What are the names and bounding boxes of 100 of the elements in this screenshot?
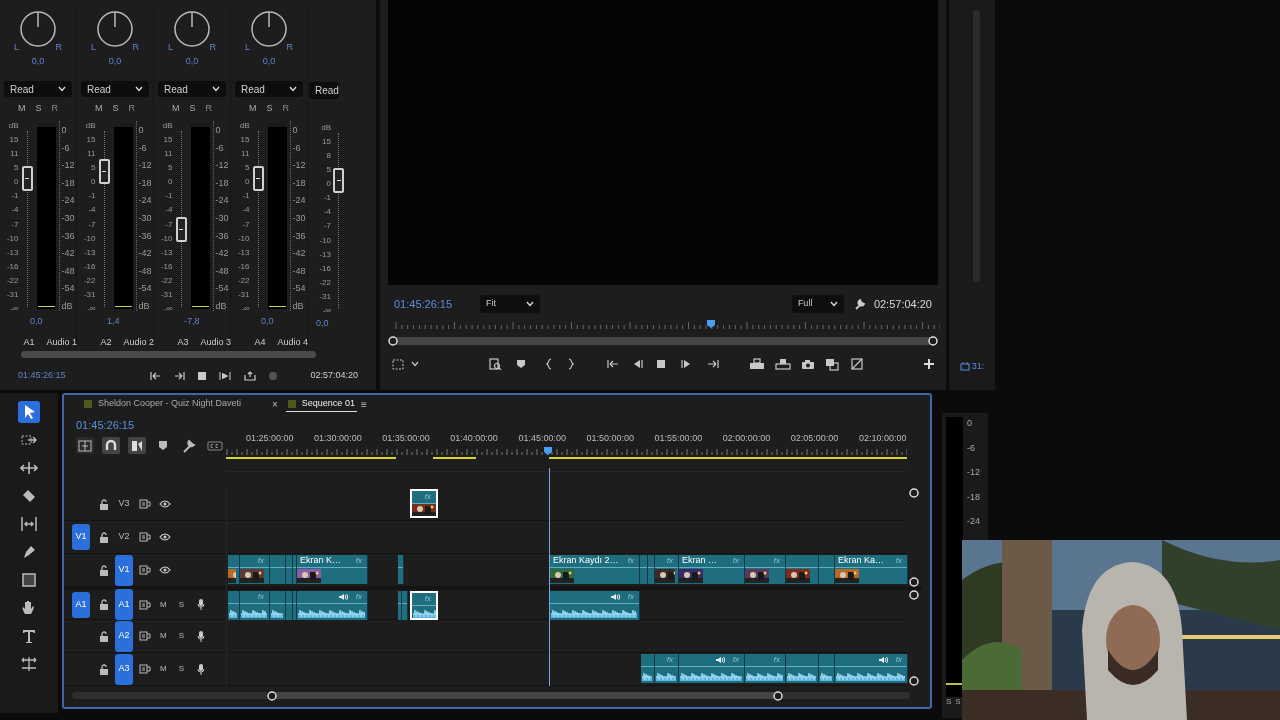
pan-knob[interactable] — [173, 10, 211, 48]
lock-icon[interactable] — [99, 630, 109, 642]
sequence-tab[interactable]: Sequence 01 — [285, 396, 357, 412]
audio-clip[interactable] — [641, 654, 655, 683]
audio-clip[interactable]: fx — [835, 654, 908, 683]
video-clip[interactable]: Ekran Kaydı 2… fx — [550, 555, 640, 584]
chevron-down-icon[interactable] — [411, 361, 419, 367]
go-to-in-icon[interactable] — [149, 371, 161, 382]
pan-value[interactable]: 0,0 — [185, 55, 199, 69]
panel-menu-button[interactable]: ≡ — [360, 396, 367, 412]
volume-value[interactable]: -7,8 — [184, 315, 200, 329]
scroll-thumb[interactable] — [272, 692, 778, 699]
track-target-button[interactable]: V3 — [115, 488, 133, 520]
scroll-handle-icon[interactable] — [388, 336, 398, 346]
audio-clip[interactable] — [402, 591, 408, 620]
video-clip[interactable]: Ekran Ka… fx — [835, 555, 908, 584]
step-forward-icon[interactable] — [681, 359, 691, 369]
tool-button[interactable] — [18, 401, 40, 423]
lift-icon[interactable] — [749, 358, 765, 370]
automation-dropdown[interactable]: Read — [309, 82, 339, 99]
current-timecode[interactable]: 01:45:26:15 — [18, 369, 66, 383]
current-timecode[interactable]: 01:45:26:15 — [76, 417, 226, 433]
pan-value[interactable]: 0,0 — [262, 55, 276, 69]
audio-clip[interactable]: fx — [550, 591, 640, 620]
video-clip[interactable]: Ekran … fx — [679, 555, 745, 584]
track-target-button[interactable]: A1 — [115, 589, 133, 620]
settings-icon[interactable] — [853, 298, 866, 310]
solo-toggle[interactable]: S — [189, 101, 196, 115]
audio-clip[interactable] — [819, 654, 835, 683]
solo-toggle[interactable]: S — [266, 101, 273, 115]
lock-icon[interactable] — [99, 599, 109, 610]
go-to-out-icon[interactable] — [707, 359, 719, 369]
solo-toggle[interactable]: S — [946, 696, 952, 708]
proxy-toggle-icon[interactable] — [851, 358, 863, 370]
scroll-handle-icon[interactable] — [773, 691, 783, 701]
sync-lock-icon[interactable] — [139, 664, 151, 674]
microphone-icon[interactable] — [197, 599, 205, 610]
solo-toggle[interactable]: S — [112, 101, 119, 115]
audio-clip[interactable]: fx — [240, 591, 270, 620]
volume-value[interactable]: 1,4 — [107, 315, 120, 329]
volume-value[interactable]: 0,0 — [261, 315, 274, 329]
automation-dropdown[interactable]: Read — [81, 80, 149, 98]
video-clip[interactable]: fx — [745, 555, 786, 584]
automation-dropdown[interactable]: Read — [158, 80, 226, 98]
scroll-handle-icon[interactable] — [928, 336, 938, 346]
quality-dropdown[interactable]: Full — [791, 295, 844, 313]
track-target-button[interactable]: V2 — [115, 521, 133, 553]
go-to-out-icon[interactable] — [173, 371, 185, 382]
volume-value[interactable]: 0,0 — [316, 317, 329, 331]
video-clip[interactable] — [398, 555, 404, 584]
lock-icon[interactable] — [99, 531, 109, 543]
sync-lock-icon[interactable] — [139, 499, 151, 509]
automation-dropdown[interactable]: Read — [4, 80, 72, 98]
pan-knob[interactable] — [19, 10, 57, 48]
sync-lock-icon[interactable] — [139, 532, 151, 542]
marker-icon[interactable] — [516, 359, 526, 369]
microphone-icon[interactable] — [197, 663, 205, 675]
fader-thumb[interactable] — [21, 166, 33, 192]
lock-icon[interactable] — [99, 564, 109, 576]
scroll-handle-icon[interactable] — [909, 488, 919, 498]
current-timecode[interactable]: 01:45:26:15 — [394, 295, 472, 313]
mute-toggle[interactable]: M — [160, 630, 167, 642]
record-toggle[interactable]: R — [51, 101, 58, 115]
audio-clip[interactable] — [228, 591, 240, 620]
record-toggle[interactable]: R — [282, 101, 289, 115]
camera-icon[interactable] — [801, 358, 815, 370]
sync-lock-icon[interactable] — [139, 631, 151, 641]
video-clip[interactable]: Ekran K… fx — [297, 555, 368, 584]
fader-thumb[interactable] — [333, 168, 344, 193]
audio-clip[interactable]: fx — [655, 654, 679, 683]
pan-value[interactable]: 0,0 — [108, 55, 122, 69]
mute-toggle[interactable]: M — [249, 101, 257, 115]
marker-search-icon[interactable] — [489, 358, 502, 370]
video-clip[interactable]: fx — [240, 555, 270, 584]
fader-thumb[interactable] — [252, 166, 264, 192]
playhead-marker[interactable] — [707, 320, 716, 328]
loop-icon[interactable] — [243, 371, 256, 382]
eye-icon[interactable] — [159, 533, 171, 541]
toolbar-toggle[interactable] — [102, 437, 120, 454]
solo-toggle[interactable]: S — [955, 696, 961, 708]
pan-value[interactable]: 0,0 — [31, 55, 45, 69]
safe-margins-icon[interactable] — [392, 358, 404, 370]
mute-toggle[interactable]: M — [18, 101, 26, 115]
stop-icon[interactable] — [197, 372, 206, 381]
solo-toggle[interactable]: S — [35, 101, 42, 115]
audio-clip[interactable]: fx — [297, 591, 368, 620]
audio-clip[interactable]: fx — [679, 654, 745, 683]
fader-thumb[interactable] — [98, 159, 110, 185]
audio-clip[interactable] — [786, 654, 819, 683]
track-target-button[interactable]: A2 — [115, 620, 133, 652]
automation-dropdown[interactable]: Read — [235, 80, 303, 98]
eye-icon[interactable] — [159, 566, 171, 574]
audio-clip[interactable] — [270, 591, 286, 620]
solo-toggle[interactable]: S — [178, 630, 184, 642]
horizontal-scrollbar[interactable] — [72, 691, 910, 701]
source-patch-button[interactable]: V1 — [72, 524, 90, 550]
track-target-button[interactable]: V1 — [115, 554, 133, 586]
zoom-scrollbar[interactable] — [388, 336, 938, 346]
sequence-tab[interactable]: Sheldon Cooper - Quiz Night Daveti — [82, 396, 244, 412]
compare-view-icon[interactable] — [825, 357, 839, 371]
